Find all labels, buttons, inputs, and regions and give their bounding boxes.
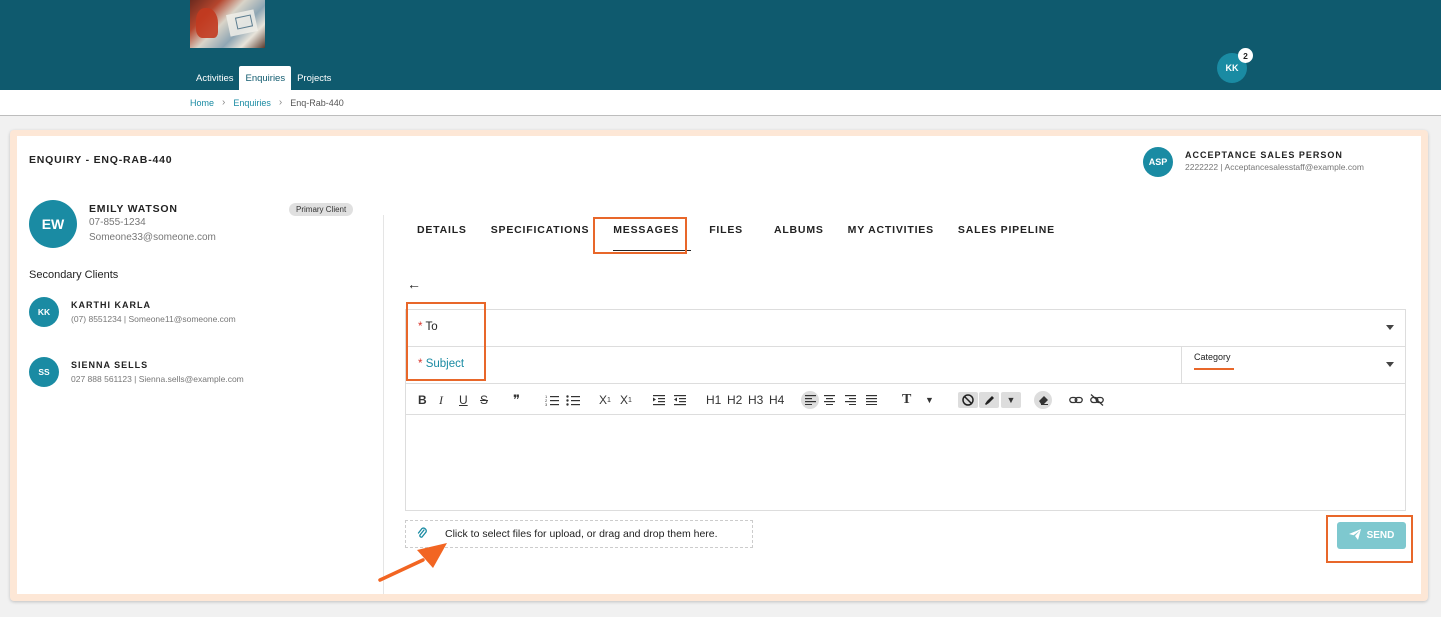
outdent-icon <box>674 395 686 406</box>
indent-button[interactable] <box>653 392 665 408</box>
highlight-button[interactable] <box>979 392 999 408</box>
text-style-button[interactable]: T <box>902 392 911 408</box>
strikethrough-button[interactable]: S <box>480 392 488 408</box>
bold-button[interactable]: B <box>418 392 427 408</box>
unlink-icon <box>1090 394 1104 406</box>
indent-icon <box>653 395 665 406</box>
tab-sales-pipeline[interactable]: SALES PIPELINE <box>958 224 1055 236</box>
sales-person-avatar: ASP <box>1143 147 1173 177</box>
back-arrow-icon[interactable]: ← <box>407 276 421 292</box>
heading-3-button[interactable]: H3 <box>748 392 763 408</box>
align-center-icon <box>824 395 835 405</box>
to-field[interactable]: * To <box>406 310 1405 347</box>
superscript-button[interactable]: X1 <box>620 392 632 408</box>
to-subject-highlight <box>406 302 486 381</box>
send-button-highlight <box>1326 515 1413 563</box>
italic-button[interactable]: I <box>439 392 443 408</box>
primary-client-phone: 07-855-1234 <box>89 217 146 228</box>
breadcrumb-current: Enq-Rab-440 <box>290 97 344 108</box>
chevron-right-icon: › <box>278 97 283 108</box>
top-bar: Activities Enquiries Projects KK 2 <box>0 0 1441 90</box>
primary-client-name: EMILY WATSON <box>89 203 178 215</box>
secondary-client-avatar: SS <box>29 357 59 387</box>
bullet-list-icon <box>566 395 580 406</box>
breadcrumb-enquiries[interactable]: Enquiries <box>233 98 271 108</box>
message-form: * To * Subject Category B I U S ❞ 123 X1… <box>405 309 1406 511</box>
tab-files[interactable]: FILES <box>709 224 743 236</box>
heading-4-button[interactable]: H4 <box>769 392 784 408</box>
ordered-list-button[interactable]: 123 <box>545 392 559 408</box>
unlink-button[interactable] <box>1090 392 1104 408</box>
secondary-client-avatar: KK <box>29 297 59 327</box>
align-justify-button[interactable] <box>866 392 877 408</box>
text-style-dropdown-icon[interactable]: ▼ <box>925 392 934 408</box>
highlight-dropdown-icon[interactable]: ▼ <box>1001 392 1021 408</box>
primary-client-email: Someone33@someone.com <box>89 232 216 243</box>
tab-details[interactable]: DETAILS <box>417 224 467 236</box>
category-dropdown-arrow-icon[interactable] <box>1386 362 1394 367</box>
nav-tab-enquiries[interactable]: Enquiries <box>239 66 292 90</box>
breadcrumb-bar: Home › Enquiries › Enq-Rab-440 <box>0 90 1441 116</box>
bullet-list-button[interactable] <box>566 392 580 408</box>
link-icon <box>1069 396 1083 404</box>
sales-person-name: ACCEPTANCE SALES PERSON <box>1185 150 1343 160</box>
primary-client-avatar: EW <box>29 200 77 248</box>
link-button[interactable] <box>1069 392 1083 408</box>
align-right-icon <box>845 395 856 405</box>
eraser-icon <box>1038 396 1048 405</box>
heading-2-button[interactable]: H2 <box>727 392 742 408</box>
main-nav: Activities Enquiries Projects <box>190 66 337 90</box>
subject-field[interactable]: * Subject <box>406 347 1182 384</box>
notification-badge[interactable]: 2 <box>1238 48 1253 63</box>
clear-format-button[interactable] <box>958 392 978 408</box>
ordered-list-icon: 123 <box>545 394 559 406</box>
primary-client-badge: Primary Client <box>289 203 354 216</box>
svg-text:3: 3 <box>545 402 548 406</box>
align-justify-icon <box>866 395 877 405</box>
breadcrumb: Home › Enquiries › Enq-Rab-440 <box>190 97 344 108</box>
enquiry-tabs: DETAILS SPECIFICATIONS MESSAGES FILES AL… <box>405 224 1055 251</box>
tab-my-activities[interactable]: MY ACTIVITIES <box>848 224 934 236</box>
nav-tab-activities[interactable]: Activities <box>190 66 239 90</box>
sales-person-contact: 2222222 | Acceptancesalesstaff@example.c… <box>1185 162 1364 172</box>
annotation-arrow-icon <box>378 543 447 582</box>
breadcrumb-home[interactable]: Home <box>190 98 214 108</box>
eraser-button[interactable] <box>1034 391 1052 409</box>
align-left-icon <box>804 395 816 405</box>
align-center-button[interactable] <box>824 392 835 408</box>
tab-albums[interactable]: ALBUMS <box>774 224 824 236</box>
nav-tab-projects[interactable]: Projects <box>291 66 337 90</box>
outdent-button[interactable] <box>674 392 686 408</box>
tab-specifications[interactable]: SPECIFICATIONS <box>491 224 590 236</box>
subscript-button[interactable]: X1 <box>599 392 611 408</box>
heading-1-button[interactable]: H1 <box>706 392 721 408</box>
secondary-client-name: KARTHI KARLA <box>71 300 151 310</box>
secondary-client-name: SIENNA SELLS <box>71 360 149 370</box>
company-logo-image[interactable] <box>190 0 265 48</box>
no-format-icon <box>962 394 974 406</box>
category-underline <box>1194 368 1234 370</box>
category-select[interactable]: Category <box>1182 347 1405 384</box>
secondary-client-contact: 027 888 561123 | Sienna.sells@example.co… <box>71 374 244 384</box>
upload-text: Click to select files for upload, or dra… <box>445 528 718 540</box>
chevron-right-icon: › <box>222 97 226 108</box>
page-title: ENQUIRY - ENQ-RAB-440 <box>29 154 173 166</box>
align-left-button[interactable] <box>801 391 819 409</box>
category-label: Category <box>1194 352 1231 362</box>
align-right-button[interactable] <box>845 392 856 408</box>
blockquote-button[interactable]: ❞ <box>513 392 520 408</box>
secondary-client-contact: (07) 8551234 | Someone11@someone.com <box>71 314 236 324</box>
column-divider <box>383 215 384 594</box>
file-upload-dropzone[interactable]: Click to select files for upload, or dra… <box>405 520 753 548</box>
underline-button[interactable]: U <box>459 392 468 408</box>
secondary-clients-title: Secondary Clients <box>29 269 119 281</box>
editor-toolbar: B I U S ❞ 123 X1 X1 H1 H2 H3 H4 T ▼ ▼ <box>406 384 1405 415</box>
to-dropdown-arrow-icon[interactable] <box>1386 325 1394 330</box>
message-editor[interactable] <box>406 415 1405 510</box>
marker-icon <box>985 396 994 405</box>
messages-tab-highlight <box>593 217 687 254</box>
